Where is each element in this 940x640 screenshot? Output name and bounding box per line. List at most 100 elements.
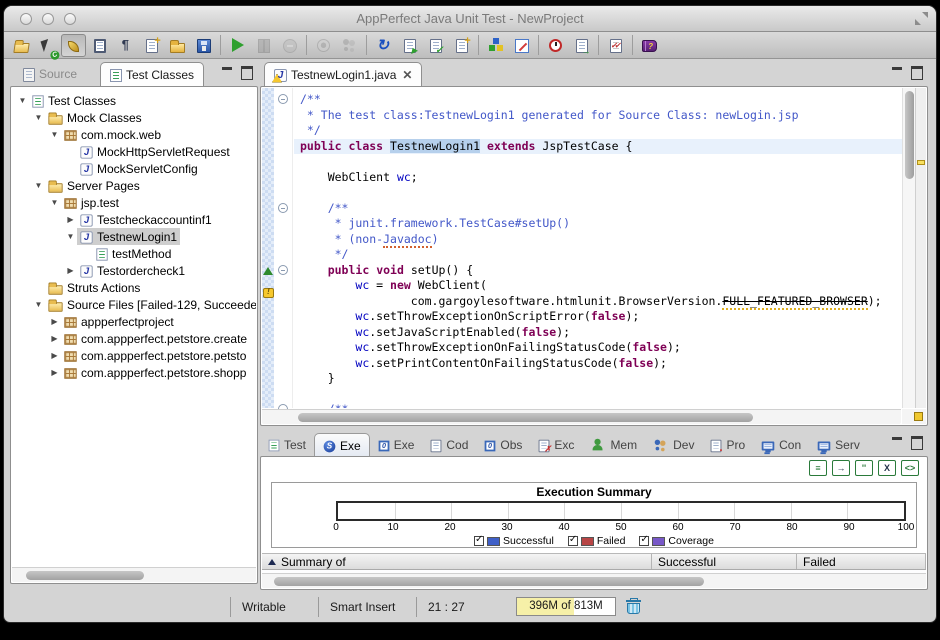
results-tab-obs-4[interactable]: Obs [476,433,530,457]
tree-expander[interactable]: ▶ [48,368,61,377]
results-tab-exe-1[interactable]: Exe [314,433,370,457]
run-tests-icon[interactable] [397,34,422,57]
results-tab-serv-10[interactable]: Serv [809,433,868,457]
tree-item[interactable]: ▼Source Files [Failed-129, Succeede [12,296,256,313]
results-tab-exe-2[interactable]: Exe [370,433,423,457]
export-xml-report-icon[interactable]: <> [901,460,919,476]
maximize-panel-icon[interactable] [911,66,922,77]
warning-marker[interactable] [917,160,925,165]
legend-checkbox[interactable] [568,536,578,546]
scrollbar-thumb[interactable] [274,577,704,586]
export-excel-report-icon[interactable]: X [878,460,896,476]
scrollbar-thumb[interactable] [26,571,144,580]
editor-tab[interactable]: TestnewLogin1.java ✕ [264,62,422,86]
tree-expander[interactable]: ▶ [64,266,77,275]
tree-item[interactable]: ▶com.appperfect.petstore.petsto [12,347,256,364]
help-book-icon[interactable] [637,34,662,57]
validate-tests-icon[interactable] [423,34,448,57]
results-tab-pro-8[interactable]: Pro [702,433,753,457]
new-test-icon[interactable] [449,34,474,57]
fold-marker[interactable] [278,94,288,104]
tree-item[interactable]: MockServletConfig [12,160,256,177]
fold-marker[interactable] [278,265,288,275]
tree-item[interactable]: ▼Test Classes [12,92,256,109]
tree-expander[interactable]: ▼ [48,130,61,139]
paint-icon[interactable] [61,34,86,57]
results-tab-exc-5[interactable]: Exc [530,433,582,457]
tree-expander[interactable]: ▶ [64,215,77,224]
results-tab-test-0[interactable]: Test [260,433,314,457]
maximize-panel-icon[interactable] [241,66,252,77]
export-html-report-icon[interactable]: ≡ [809,460,827,476]
run-icon[interactable] [225,34,250,57]
tree-expander[interactable]: ▶ [48,334,61,343]
minimize-panel-icon[interactable] [222,66,233,77]
column-header-summary-of[interactable]: Summary of [262,554,652,569]
tree-item[interactable]: ▶com.appperfect.petstore.shopp [12,364,256,381]
save-icon[interactable] [191,34,216,57]
tree-item[interactable]: ▶appperfectproject [12,313,256,330]
tree-item-content: Server Pages [45,177,143,194]
tree-expander[interactable]: ▶ [48,351,61,360]
results-tab-cod-3[interactable]: Cod [422,433,476,457]
tree-item[interactable]: ▶Testordercheck1 [12,262,256,279]
tree-item[interactable]: ▼Mock Classes [12,109,256,126]
tree-expander[interactable]: ▼ [32,181,45,190]
close-tab-icon[interactable]: ✕ [402,68,412,82]
tree-item[interactable]: ▼com.mock.web [12,126,256,143]
legend-checkbox[interactable] [474,536,484,546]
format-icon[interactable] [113,34,138,57]
export-csv-report-icon[interactable]: '' [855,460,873,476]
tree-item[interactable]: MockHttpServletRequest [12,143,256,160]
editor-vscrollbar[interactable] [902,88,915,408]
results-tab-mem-6[interactable]: Mem [582,433,645,457]
scrollbar-thumb[interactable] [905,91,914,179]
tree-item[interactable]: ▼Server Pages [12,177,256,194]
record-script-icon[interactable] [35,34,60,57]
tab-test-classes[interactable]: Test Classes [100,62,204,86]
column-header-successful[interactable]: Successful [652,554,797,569]
tree-expander[interactable]: ▶ [48,317,61,326]
results-tab-dev-7[interactable]: Dev [645,433,702,457]
tree-item[interactable]: ▶Testcheckaccountinf1 [12,211,256,228]
close-window-button[interactable] [20,13,32,25]
navigator-hscrollbar[interactable] [12,567,256,582]
garbage-collector-button[interactable] [626,598,641,615]
tree-expander[interactable]: ▼ [32,113,45,122]
tree-item[interactable]: testMethod [12,245,256,262]
minimize-panel-icon[interactable] [892,436,903,447]
tree-expander[interactable]: ▼ [16,96,29,105]
tree-item[interactable]: Struts Actions [12,279,256,296]
view-report-icon[interactable] [87,34,112,57]
new-file-icon[interactable] [139,34,164,57]
column-header-failed[interactable]: Failed [797,554,926,569]
refresh-icon[interactable] [371,34,396,57]
minimize-panel-icon[interactable] [892,66,903,77]
edit-icon[interactable] [509,34,534,57]
zoom-window-button[interactable] [64,13,76,25]
export-pdf-report-icon[interactable]: → [832,460,850,476]
resize-icon[interactable] [915,12,928,25]
results-checklist-icon[interactable] [603,34,628,57]
open-file-icon[interactable] [165,34,190,57]
legend-checkbox[interactable] [639,536,649,546]
tree-expander[interactable]: ▼ [48,198,61,207]
tree-expander[interactable]: ▼ [32,300,45,309]
fold-marker[interactable] [278,203,288,213]
scrollbar-thumb[interactable] [298,413,753,422]
results-tab-con-9[interactable]: Con [753,433,809,457]
maximize-panel-icon[interactable] [911,436,922,447]
editor-hscrollbar[interactable] [262,409,901,424]
results-hscrollbar[interactable] [262,573,926,588]
tab-source[interactable]: Source [14,62,86,86]
components-icon[interactable] [483,34,508,57]
open-project-icon[interactable] [9,34,34,57]
export-icon[interactable] [569,34,594,57]
tree-expander[interactable]: ▼ [64,232,77,241]
tree-item[interactable]: ▼TestnewLogin1 [12,228,256,245]
tree-item[interactable]: ▶com.appperfect.petstore.create [12,330,256,347]
code-editor[interactable]: /** * The test class:TestnewLogin1 gener… [294,88,902,408]
schedule-icon[interactable] [543,34,568,57]
tree-item[interactable]: ▼jsp.test [12,194,256,211]
minimize-window-button[interactable] [42,13,54,25]
